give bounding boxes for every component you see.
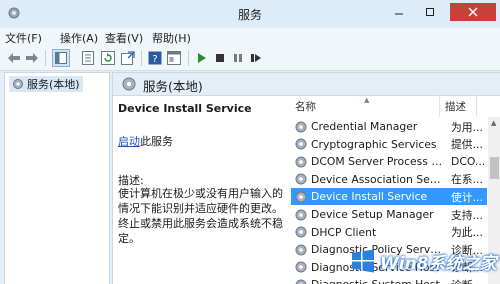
service-description: 提供... xyxy=(451,138,483,152)
service-row[interactable]: Credential Manager 为用... xyxy=(291,118,487,135)
restart-icon xyxy=(251,54,261,62)
service-detail: Device Install Service 启动此服务 描述: 使计算机在极少… xyxy=(118,102,293,245)
service-name: Device Setup Manager xyxy=(311,208,434,221)
service-gear-icon xyxy=(295,209,307,220)
column-header-description[interactable]: 描述 xyxy=(441,95,477,117)
service-row[interactable]: Device Setup Manager 支持... xyxy=(291,206,487,223)
service-name: Device Install Service xyxy=(311,190,428,204)
service-gear-icon xyxy=(295,226,307,238)
service-row[interactable]: DCOM Server Process La... DCO... xyxy=(291,153,487,170)
service-description: 为此... xyxy=(451,226,483,240)
service-gear-icon xyxy=(295,244,307,256)
pause-service-button[interactable] xyxy=(230,50,246,66)
watermark-text: Win8系统之家 xyxy=(380,254,497,274)
console-tree-icon xyxy=(55,52,67,64)
service-name: DHCP Client xyxy=(311,225,377,239)
service-name: Credential Manager xyxy=(311,120,418,133)
start-service-link[interactable]: 启动 xyxy=(118,135,140,148)
back-button[interactable] xyxy=(6,50,22,66)
service-description: 在系... xyxy=(451,173,483,187)
service-gear-icon xyxy=(295,261,307,273)
service-gear-icon xyxy=(295,121,307,132)
gear-icon xyxy=(13,79,23,89)
service-name: Device Association Service xyxy=(311,172,444,186)
maximize-icon xyxy=(426,8,434,16)
tree-item-label: 服务(本地) xyxy=(27,78,80,91)
gear-icon xyxy=(122,77,136,91)
scroll-thumb[interactable] xyxy=(490,157,499,179)
service-gear-icon xyxy=(295,156,307,168)
start-service-suffix: 此服务 xyxy=(140,135,173,148)
export-list-icon xyxy=(121,51,135,65)
minimize-icon xyxy=(395,13,403,15)
minimize-button[interactable] xyxy=(387,3,411,21)
play-icon xyxy=(198,53,206,63)
service-gear-icon xyxy=(295,191,307,203)
service-description: DCO... xyxy=(451,155,486,169)
refresh-button[interactable] xyxy=(100,50,116,66)
forward-arrow-icon xyxy=(26,53,38,63)
watermark: Win8系统之家 xyxy=(350,244,500,284)
help-icon: ? xyxy=(148,51,162,65)
service-description: 为用... xyxy=(451,120,483,134)
pane-header: 服务(本地) xyxy=(113,73,500,96)
back-arrow-icon xyxy=(8,53,20,63)
service-name: DCOM Server Process La... xyxy=(311,155,444,169)
menu-help[interactable]: 帮助(H) xyxy=(152,30,191,46)
svg-text:?: ? xyxy=(152,54,157,65)
properties-button[interactable] xyxy=(80,50,96,66)
service-description: 支持... xyxy=(451,208,483,222)
service-gear-icon xyxy=(295,279,307,284)
restart-service-button[interactable] xyxy=(248,50,264,66)
pane-icon xyxy=(167,51,181,65)
title-bar: 服务 xyxy=(0,0,500,28)
forward-button[interactable] xyxy=(24,50,40,66)
service-row[interactable]: DHCP Client 为此... xyxy=(291,224,487,241)
refresh-icon xyxy=(101,51,115,65)
view-pane-button[interactable] xyxy=(166,50,182,66)
close-button[interactable] xyxy=(450,3,496,21)
stop-service-button[interactable] xyxy=(212,50,228,66)
start-service-button[interactable] xyxy=(194,50,210,66)
service-row[interactable]: Device Association Service 在系... xyxy=(291,171,487,188)
toolbar-separator xyxy=(141,50,142,66)
service-gear-icon xyxy=(295,138,307,150)
pane-header-title: 服务(本地) xyxy=(143,79,203,94)
service-row[interactable]: Cryptographic Services 提供... xyxy=(291,136,487,153)
properties-icon xyxy=(82,51,94,65)
export-list-button[interactable] xyxy=(120,50,136,66)
windows-logo-icon xyxy=(352,249,374,273)
menu-view[interactable]: 查看(V) xyxy=(105,30,143,46)
show-hide-tree-button[interactable] xyxy=(52,49,70,67)
services-window: 服务 文件(F) 操作(A) 查看(V) 帮助(H) ? 服务(本地) 服务(本… xyxy=(0,0,500,284)
toolbar-separator xyxy=(188,50,189,66)
pause-icon xyxy=(234,54,242,62)
toolbar: ? xyxy=(0,46,500,71)
maximize-button[interactable] xyxy=(418,3,442,21)
close-icon xyxy=(468,7,478,17)
stop-icon xyxy=(216,54,224,62)
menu-action[interactable]: 操作(A) xyxy=(60,30,98,46)
service-row[interactable]: Device Install Service 使计... xyxy=(291,188,487,206)
toolbar-separator xyxy=(45,50,46,66)
service-gear-icon xyxy=(295,173,307,185)
description-text: 使计算机在极少或没有用户输入的情况下能识别并适应硬件的更改。终止或禁用此服务会造… xyxy=(118,187,283,245)
help-button[interactable]: ? xyxy=(147,50,163,66)
console-tree: 服务(本地) xyxy=(4,72,110,284)
scroll-up-arrow-icon[interactable]: ▲ xyxy=(491,119,496,127)
selected-service-name: Device Install Service xyxy=(118,102,252,115)
start-service-line: 启动此服务 xyxy=(118,133,173,149)
column-header-name[interactable]: 名称 xyxy=(291,95,440,117)
menu-bar: 文件(F) 操作(A) 查看(V) 帮助(H) xyxy=(0,28,500,46)
tree-item-services-local[interactable]: 服务(本地) xyxy=(9,76,83,92)
service-name: Cryptographic Services xyxy=(311,137,437,151)
service-description: 使计... xyxy=(451,190,483,204)
menu-file[interactable]: 文件(F) xyxy=(5,30,42,46)
